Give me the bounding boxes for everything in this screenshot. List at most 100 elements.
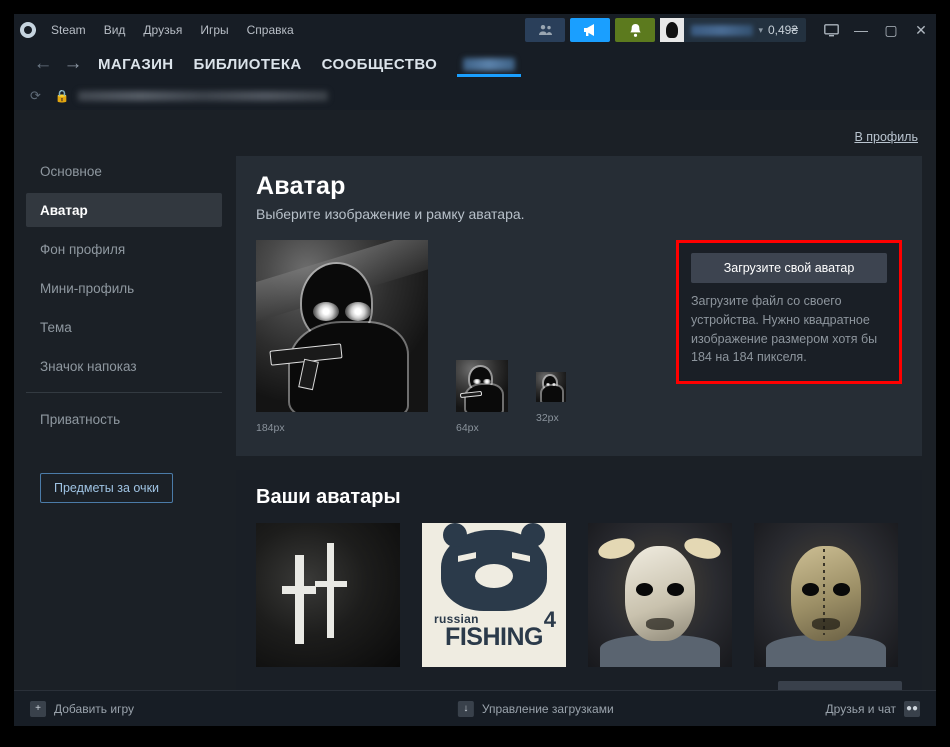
navigation-bar: ← → МАГАЗИН БИБЛИОТЕКА СООБЩЕСТВО [14, 46, 936, 82]
sidebar-item-avatar[interactable]: Аватар [26, 193, 222, 227]
friends-icon [538, 25, 552, 35]
url-text-redacted[interactable] [77, 91, 328, 101]
status-bar: + Добавить игру ↓ Управление загрузками … [14, 690, 936, 726]
sidebar-item-profile-background[interactable]: Фон профиля [26, 232, 222, 266]
display-icon [823, 23, 839, 36]
avatar-option-tan-mask[interactable] [754, 523, 898, 667]
view-all-button[interactable]: Посмотреть все [778, 681, 902, 690]
steam-logo-icon [20, 22, 36, 38]
back-button[interactable]: ← [28, 53, 58, 75]
menu-item-friends[interactable]: Друзья [134, 19, 191, 41]
crosses-artwork [256, 523, 400, 667]
avatar-option-white-mask[interactable] [588, 523, 732, 667]
nav-tab-active-indicator [457, 73, 522, 77]
mask-horn-right [682, 534, 724, 562]
sidebar-item-privacy[interactable]: Приватность [26, 402, 222, 436]
nav-tab-library[interactable]: БИБЛИОТЕКА [184, 56, 312, 73]
profile-link-row: В профиль [236, 128, 922, 150]
avatar-size-label-32: 32px [536, 412, 559, 424]
bear-ear-right [521, 523, 546, 547]
avatar-panel: Аватар Выберите изображение и рамку ават… [236, 156, 922, 456]
friends-chat-button[interactable]: Друзья и чат ●● [825, 700, 920, 717]
artwork-eye-left [312, 301, 339, 321]
menu-item-help[interactable]: Справка [238, 19, 303, 41]
your-avatars-panel: Ваши аватары russian FISHING 4 [236, 470, 922, 690]
avatar-image-64 [456, 360, 508, 412]
russian-fishing-badge: 4 [543, 607, 556, 632]
avatar-preview-184: 184px [256, 240, 428, 434]
megaphone-icon [583, 24, 594, 36]
account-name-redacted [691, 24, 754, 36]
notifications-button[interactable] [615, 18, 656, 42]
bear-eye-right [512, 552, 531, 562]
maximize-button[interactable]: ▢ [876, 14, 906, 46]
sidebar-item-mini-profile[interactable]: Мини-профиль [26, 271, 222, 305]
cross-1-vertical [294, 554, 304, 644]
artwork-body [542, 386, 563, 402]
title-bar: Steam Вид Друзья Игры Справка ▾ 0,49₴ — … [14, 14, 936, 46]
steam-client-window: Steam Вид Друзья Игры Справка ▾ 0,49₴ — … [14, 14, 936, 726]
friends-icon: ●● [904, 700, 920, 717]
nav-tab-profile[interactable] [453, 57, 525, 77]
page-title: Аватар [256, 172, 346, 200]
minimize-button[interactable]: — [846, 14, 876, 46]
announcements-button[interactable] [570, 18, 611, 42]
bell-icon [630, 23, 641, 37]
russian-fishing-text-main: FISHING [445, 622, 543, 651]
add-game-button[interactable]: + Добавить игру [30, 700, 134, 717]
menu-item-steam[interactable]: Steam [42, 19, 95, 41]
nav-tab-profile-label-redacted [463, 57, 516, 71]
menu-item-games[interactable]: Игры [191, 19, 237, 41]
upload-avatar-button[interactable]: Загрузите свой аватар [691, 253, 887, 283]
close-button[interactable]: ✕ [906, 14, 936, 46]
friends-chat-label: Друзья и чат [825, 701, 896, 716]
address-bar: ⟳ 🔒 [14, 82, 936, 110]
account-button[interactable]: ▾ 0,49₴ [660, 18, 806, 42]
nav-tab-community[interactable]: СООБЩЕСТВО [312, 56, 448, 73]
downloads-label: Управление загрузками [481, 701, 614, 716]
avatar-option-russian-fishing[interactable]: russian FISHING 4 [422, 523, 566, 667]
avatar-figure [666, 22, 679, 38]
avatar-image-32 [536, 372, 566, 402]
forward-button[interactable]: → [58, 53, 88, 75]
tan-mask-artwork [754, 523, 898, 667]
avatar-image-184[interactable] [256, 240, 428, 412]
avatar-preview-64: 64px [456, 360, 508, 434]
sidebar-item-featured-badge[interactable]: Значок напоказ [26, 349, 222, 383]
bear-muzzle [474, 563, 514, 589]
nav-tab-store[interactable]: МАГАЗИН [88, 56, 184, 73]
sidebar-item-general[interactable]: Основное [26, 154, 222, 188]
your-avatars-grid: russian FISHING 4 [256, 523, 902, 667]
chevron-down-icon: ▾ [758, 24, 763, 35]
avatar-option-crosses[interactable] [256, 523, 400, 667]
sidebar-divider [26, 392, 222, 393]
cross-2-vertical [326, 543, 334, 639]
download-icon: ↓ [457, 700, 474, 717]
avatar-size-label-184: 184px [256, 422, 285, 434]
client-body: Основное Аватар Фон профиля Мини-профиль… [14, 110, 936, 690]
bear-ear-left [442, 523, 467, 547]
friends-icon-button[interactable] [525, 18, 566, 42]
page-subtitle: Выберите изображение и рамку аватара. [256, 206, 525, 222]
avatar-size-label-64: 64px [456, 422, 479, 434]
downloads-button[interactable]: ↓ Управление загрузками [457, 700, 614, 717]
avatar-artwork-small [456, 360, 508, 412]
settings-sidebar: Основное Аватар Фон профиля Мини-профиль… [14, 110, 236, 690]
avatar [660, 18, 685, 42]
bear-icon [440, 523, 548, 611]
points-shop-button[interactable]: Предметы за очки [40, 473, 174, 503]
bear-eye-left [457, 552, 476, 562]
plus-icon: + [30, 700, 46, 717]
upload-avatar-box: Загрузите свой аватар Загрузите файл со … [676, 240, 902, 384]
view-profile-link[interactable]: В профиль [854, 130, 918, 144]
your-avatars-title: Ваши аватары [256, 486, 401, 508]
artwork-body [466, 384, 502, 412]
sidebar-item-theme[interactable]: Тема [26, 310, 222, 344]
settings-page: Основное Аватар Фон профиля Мини-профиль… [14, 110, 936, 690]
menu-item-view[interactable]: Вид [95, 19, 135, 41]
display-mode-button[interactable] [816, 14, 846, 46]
refresh-icon[interactable]: ⟳ [30, 88, 41, 104]
russian-fishing-artwork: russian FISHING 4 [422, 523, 566, 667]
artwork-eye-right [345, 301, 372, 321]
mask-mouth [645, 618, 675, 630]
